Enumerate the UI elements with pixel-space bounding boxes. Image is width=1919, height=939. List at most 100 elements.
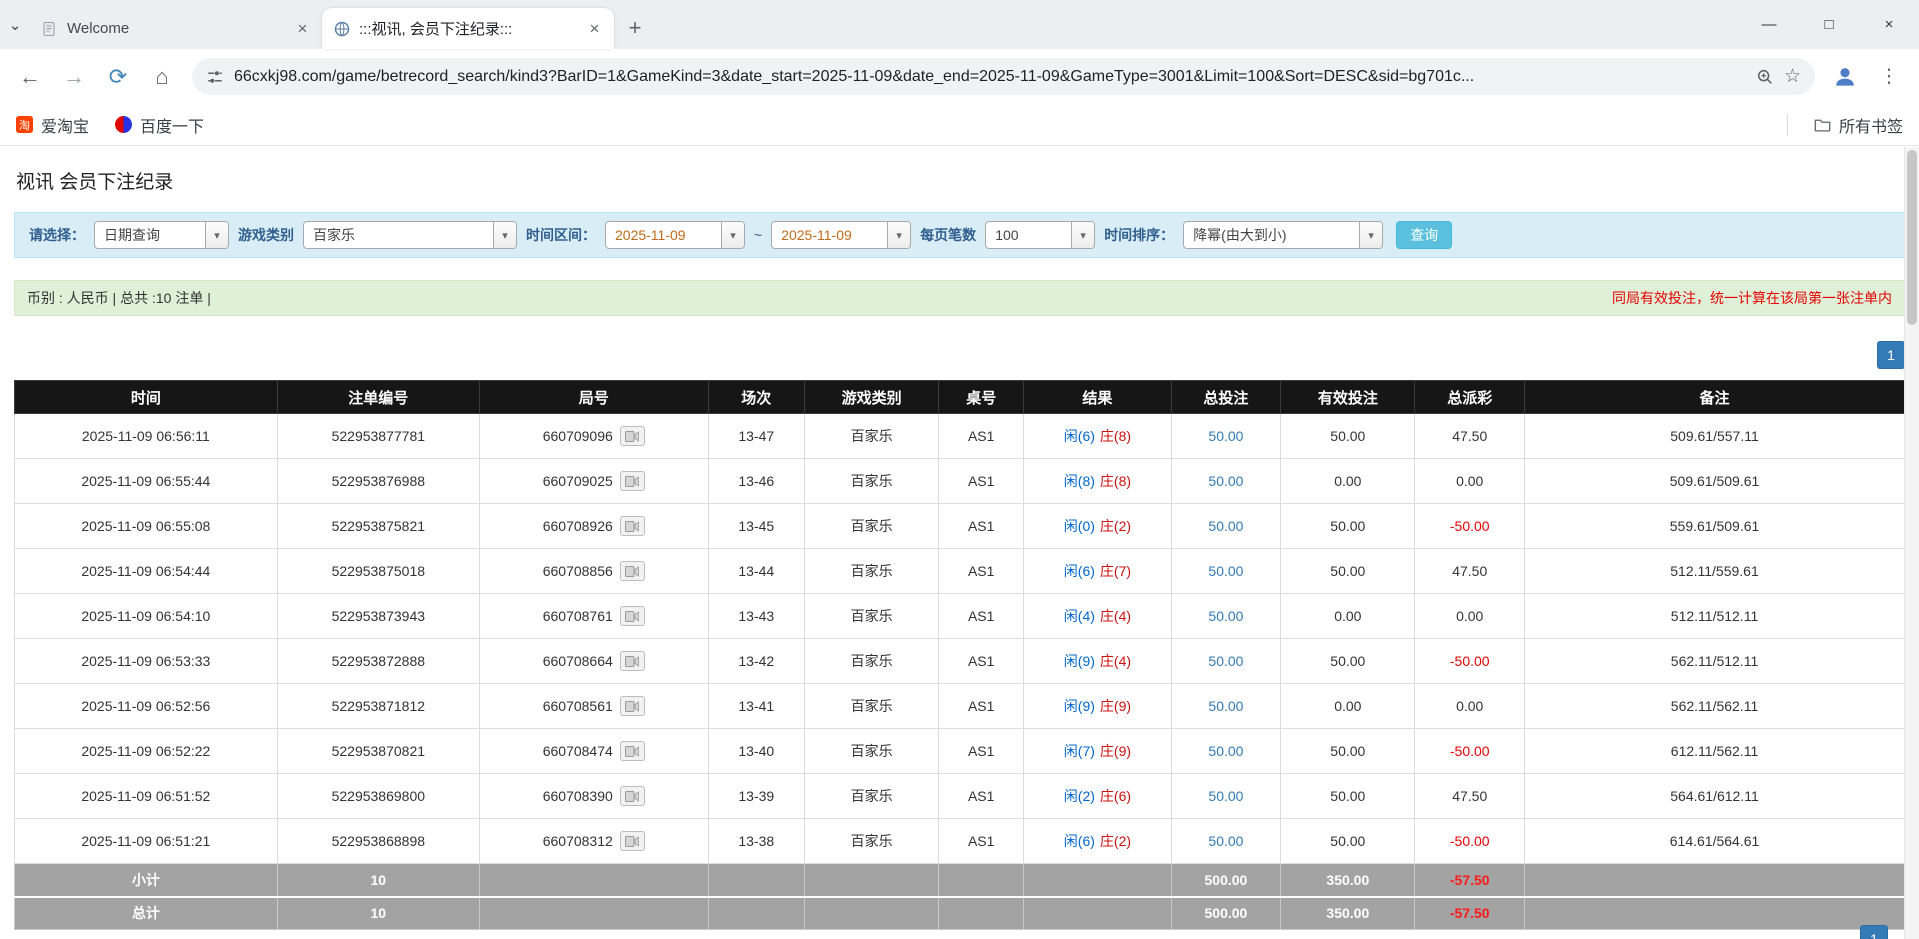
result-cell: 闲(8)庄(8) [1024, 459, 1171, 504]
round-video-icon[interactable] [620, 831, 645, 851]
round-video-icon[interactable] [620, 516, 645, 536]
table-no-cell: AS1 [939, 819, 1024, 864]
table-no-cell: AS1 [939, 684, 1024, 729]
total-bet-link[interactable]: 50.00 [1208, 518, 1243, 534]
window-menu-chevron-icon[interactable]: ⌄ [0, 0, 30, 49]
round-video-icon[interactable] [620, 471, 645, 491]
time-cell: 2025-11-09 06:55:44 [15, 459, 278, 504]
note-cell: 564.61/612.11 [1525, 774, 1905, 819]
per-page-label: 每页笔数 [920, 225, 976, 245]
total-bet-link[interactable]: 50.00 [1208, 428, 1243, 444]
column-header: 备注 [1525, 381, 1905, 414]
round-video-icon[interactable] [620, 606, 645, 626]
valid-bet-cell: 0.00 [1281, 684, 1415, 729]
browser-menu-icon[interactable]: ⋮ [1869, 57, 1909, 97]
valid-bet-cell: 50.00 [1281, 774, 1415, 819]
table-row: 2025-11-09 06:52:56522953871812660708561… [15, 684, 1905, 729]
bookmark-star-icon[interactable]: ☆ [1784, 65, 1801, 88]
per-page-select[interactable]: 100 ▾ [985, 221, 1095, 249]
table-row: 2025-11-09 06:56:11522953877781660709096… [15, 414, 1905, 459]
chevron-down-icon: ▾ [1359, 222, 1382, 248]
game-type-cell: 百家乐 [804, 459, 938, 504]
home-icon[interactable]: ⌂ [142, 57, 182, 97]
valid-bet-cell: 50.00 [1281, 819, 1415, 864]
banker-result: 庄(4) [1100, 653, 1131, 669]
search-button[interactable]: 查询 [1396, 221, 1452, 249]
all-bookmarks-button[interactable]: 所有书签 [1814, 113, 1903, 137]
bookmark-baidu[interactable]: 百度一下 [115, 113, 204, 137]
total-bet-cell: 50.00 [1171, 774, 1281, 819]
pagination-page-1-button[interactable]: 1 [1877, 341, 1905, 369]
player-result: 闲(0) [1064, 518, 1095, 534]
total-bet-link[interactable]: 50.00 [1208, 833, 1243, 849]
window-maximize-button[interactable]: □ [1799, 0, 1859, 49]
round-video-icon[interactable] [620, 651, 645, 671]
time-cell: 2025-11-09 06:52:22 [15, 729, 278, 774]
table-no-cell: AS1 [939, 729, 1024, 774]
tab-close-icon[interactable]: × [585, 19, 604, 38]
url-text[interactable]: 66cxkj98.com/game/betrecord_search/kind3… [234, 68, 1746, 86]
column-header: 局号 [479, 381, 708, 414]
bottom-pagination-button[interactable]: 1 [1860, 925, 1888, 939]
round-cell: 660708561 [479, 684, 708, 729]
bet-id-cell: 522953869800 [277, 774, 479, 819]
game-type-cell: 百家乐 [804, 774, 938, 819]
scrollbar[interactable] [1904, 147, 1919, 939]
round-id: 660709096 [543, 428, 613, 444]
currency-summary-text: 币别 : 人民币 | 总共 :10 注单 | [27, 288, 211, 308]
profile-avatar[interactable] [1825, 57, 1865, 97]
table-row: 2025-11-09 06:51:52522953869800660708390… [15, 774, 1905, 819]
valid-bet-cell: 0.00 [1281, 594, 1415, 639]
game-type-select[interactable]: 百家乐 ▾ [303, 221, 517, 249]
window-close-button[interactable]: × [1859, 0, 1919, 49]
table-row: 2025-11-09 06:54:44522953875018660708856… [15, 549, 1905, 594]
bookmarks-divider [1787, 114, 1788, 136]
round-video-icon[interactable] [620, 786, 645, 806]
table-no-cell: AS1 [939, 414, 1024, 459]
site-info-icon[interactable] [206, 68, 224, 86]
bookmark-taobao[interactable]: 淘 爱淘宝 [16, 113, 89, 137]
address-bar[interactable]: 66cxkj98.com/game/betrecord_search/kind3… [192, 58, 1815, 95]
note-cell: 509.61/557.11 [1525, 414, 1905, 459]
subtotal-row: 小计 10 500.00 350.00 -57.50 [15, 864, 1905, 897]
column-header: 总投注 [1171, 381, 1281, 414]
round-video-icon[interactable] [620, 741, 645, 761]
note-cell: 509.61/509.61 [1525, 459, 1905, 504]
round-video-icon[interactable] [620, 426, 645, 446]
chevron-down-icon: ▾ [493, 222, 516, 248]
scrollbar-thumb[interactable] [1907, 150, 1917, 325]
total-bet-link[interactable]: 50.00 [1208, 743, 1243, 759]
total-bet-link[interactable]: 50.00 [1208, 563, 1243, 579]
player-result: 闲(9) [1064, 698, 1095, 714]
round-id: 660708474 [543, 743, 613, 759]
round-video-icon[interactable] [620, 561, 645, 581]
zoom-icon[interactable] [1756, 68, 1774, 86]
back-icon[interactable]: ← [10, 57, 50, 97]
table-no-cell: AS1 [939, 774, 1024, 819]
tab-close-icon[interactable]: × [293, 19, 312, 38]
query-type-select[interactable]: 日期查询 ▾ [94, 221, 229, 249]
reload-icon[interactable]: ⟳ [98, 57, 138, 97]
game-type-cell: 百家乐 [804, 594, 938, 639]
tab-welcome[interactable]: Welcome × [30, 8, 322, 49]
new-tab-button[interactable]: + [620, 13, 650, 43]
summary-bar: 币别 : 人民币 | 总共 :10 注单 | 同局有效投注，统一计算在该局第一张… [14, 280, 1905, 316]
date-end-select[interactable]: 2025-11-09 ▾ [771, 221, 911, 249]
player-result: 闲(6) [1064, 428, 1095, 444]
window-minimize-button[interactable]: — [1739, 0, 1799, 49]
total-bet-link[interactable]: 50.00 [1208, 698, 1243, 714]
total-bet-link[interactable]: 50.00 [1208, 653, 1243, 669]
total-bet-link[interactable]: 50.00 [1208, 608, 1243, 624]
game-type-cell: 百家乐 [804, 684, 938, 729]
round-video-icon[interactable] [620, 696, 645, 716]
subtotal-total-bet: 500.00 [1171, 864, 1281, 897]
total-bet-link[interactable]: 50.00 [1208, 788, 1243, 804]
session-cell: 13-46 [708, 459, 804, 504]
forward-icon[interactable]: → [54, 57, 94, 97]
date-start-select[interactable]: 2025-11-09 ▾ [605, 221, 745, 249]
tab-bet-records[interactable]: :::视讯, 会员下注纪录::: × [322, 8, 614, 49]
time-sort-select[interactable]: 降幂(由大到小) ▾ [1183, 221, 1383, 249]
session-cell: 13-38 [708, 819, 804, 864]
column-header: 场次 [708, 381, 804, 414]
total-bet-link[interactable]: 50.00 [1208, 473, 1243, 489]
